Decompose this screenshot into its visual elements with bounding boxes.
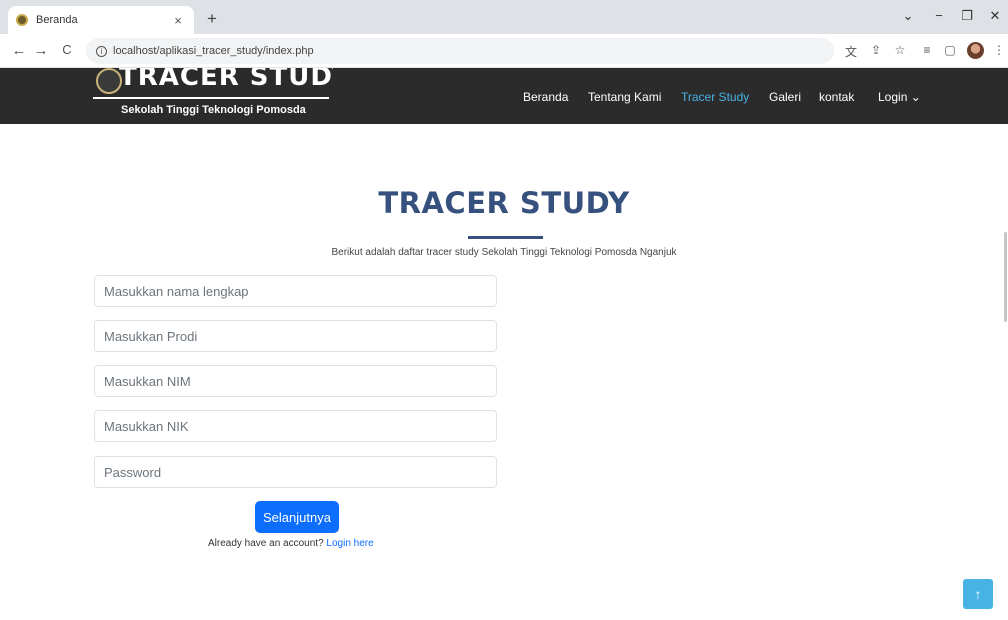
page-description: Berikut adalah daftar tracer study Sekol… <box>331 247 677 258</box>
back-to-top-button[interactable]: ↑ <box>963 579 993 609</box>
selanjutnya-button[interactable]: Selanjutnya <box>255 501 339 533</box>
login-prompt: Already have an account? Login here <box>208 538 374 549</box>
translate-icon[interactable]: ⽂ <box>843 43 859 60</box>
forward-icon[interactable]: → <box>32 42 50 59</box>
page-title: TRACER STUDY <box>378 186 630 220</box>
nim-input[interactable] <box>94 365 497 397</box>
info-icon[interactable]: i <box>96 45 107 57</box>
site-navbar: TRACER STUDY Sekolah Tinggi Teknologi Po… <box>0 68 1008 124</box>
login-prompt-text: Already have an account? <box>208 538 324 549</box>
nik-input[interactable] <box>94 410 497 442</box>
reload-icon[interactable]: C <box>58 42 76 57</box>
nav-tentang-kami[interactable]: Tentang Kami <box>588 90 661 104</box>
tab-search-icon[interactable]: ⌄ <box>898 8 918 24</box>
nav-beranda[interactable]: Beranda <box>523 90 568 104</box>
url-field[interactable]: i localhost/aplikasi_tracer_study/index.… <box>86 38 834 64</box>
brand-divider <box>93 97 329 99</box>
browser-address-bar: ← → C i localhost/aplikasi_tracer_study/… <box>0 34 1008 68</box>
tab-close-icon[interactable]: × <box>170 13 186 28</box>
title-underline <box>468 236 543 239</box>
brand-subtitle: Sekolah Tinggi Teknologi Pomosda <box>121 104 306 116</box>
arrow-up-icon: ↑ <box>974 586 982 602</box>
brand-logo[interactable]: TRACER STUDY Sekolah Tinggi Teknologi Po… <box>93 68 333 124</box>
nama-lengkap-input[interactable] <box>94 275 497 307</box>
site-favicon-icon <box>16 14 28 26</box>
restore-icon[interactable]: ❐ <box>957 8 977 24</box>
menu-icon[interactable]: ⋮ <box>991 43 1007 57</box>
star-icon[interactable]: ☆ <box>892 43 908 57</box>
nav-tracer-study[interactable]: Tracer Study <box>681 90 749 104</box>
nav-login-dropdown[interactable]: Login ⌄ <box>878 90 921 104</box>
close-window-icon[interactable]: ✕ <box>985 8 1005 24</box>
back-icon[interactable]: ← <box>10 42 28 59</box>
nav-kontak[interactable]: kontak <box>819 90 854 104</box>
page-scrollbar[interactable] <box>1004 232 1007 322</box>
login-here-link[interactable]: Login here <box>326 538 373 549</box>
browser-tab-bar: Beranda × + ⌄ − ❐ ✕ <box>0 0 1008 34</box>
new-tab-button[interactable]: + <box>202 9 222 29</box>
brand-title: TRACER STUDY <box>119 68 333 92</box>
minimize-icon[interactable]: − <box>929 8 949 23</box>
browser-tab[interactable]: Beranda × <box>8 6 194 34</box>
profile-avatar[interactable] <box>967 42 984 59</box>
tab-title: Beranda <box>36 14 78 26</box>
nav-galeri[interactable]: Galeri <box>769 90 801 104</box>
sidebar-icon[interactable]: ▢ <box>942 43 958 57</box>
reading-list-icon[interactable]: ≡ <box>919 43 935 57</box>
prodi-input[interactable] <box>94 320 497 352</box>
password-input[interactable] <box>94 456 497 488</box>
share-icon[interactable]: ⇪ <box>868 43 884 57</box>
url-text: localhost/aplikasi_tracer_study/index.ph… <box>113 45 314 57</box>
